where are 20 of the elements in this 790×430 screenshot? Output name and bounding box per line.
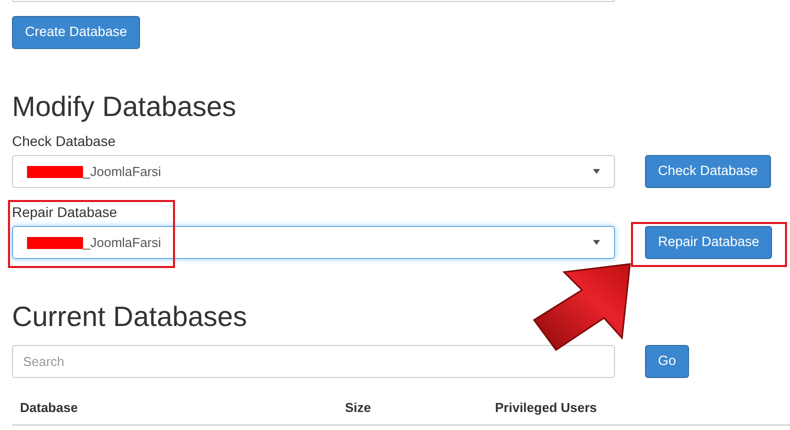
create-database-button[interactable]: Create Database: [12, 16, 140, 49]
column-header: Privileged Users: [495, 399, 597, 417]
search-field[interactable]: Search: [12, 345, 615, 378]
action-button[interactable]: Repair Database: [645, 226, 772, 259]
column-header: Size: [345, 399, 372, 417]
column-header: Database: [19, 399, 79, 417]
caret-icon: [593, 169, 600, 174]
selected-value: _JoomlaFarsi: [83, 162, 162, 181]
go-button[interactable]: Go: [645, 345, 690, 378]
redaction-bar: [27, 236, 83, 248]
database-select[interactable]: _JoomlaFarsi: [12, 155, 615, 188]
field-label: Check Database: [12, 132, 117, 151]
section-heading: Modify Databases: [12, 91, 238, 123]
database-select[interactable]: _JoomlaFarsi: [12, 226, 615, 259]
redaction-bar: [27, 166, 83, 178]
field-label: Repair Database: [12, 203, 118, 222]
action-button[interactable]: Check Database: [645, 155, 771, 188]
caret-icon: [593, 240, 600, 245]
section-heading: Current Databases: [12, 301, 248, 333]
selected-value: _JoomlaFarsi: [83, 234, 162, 252]
